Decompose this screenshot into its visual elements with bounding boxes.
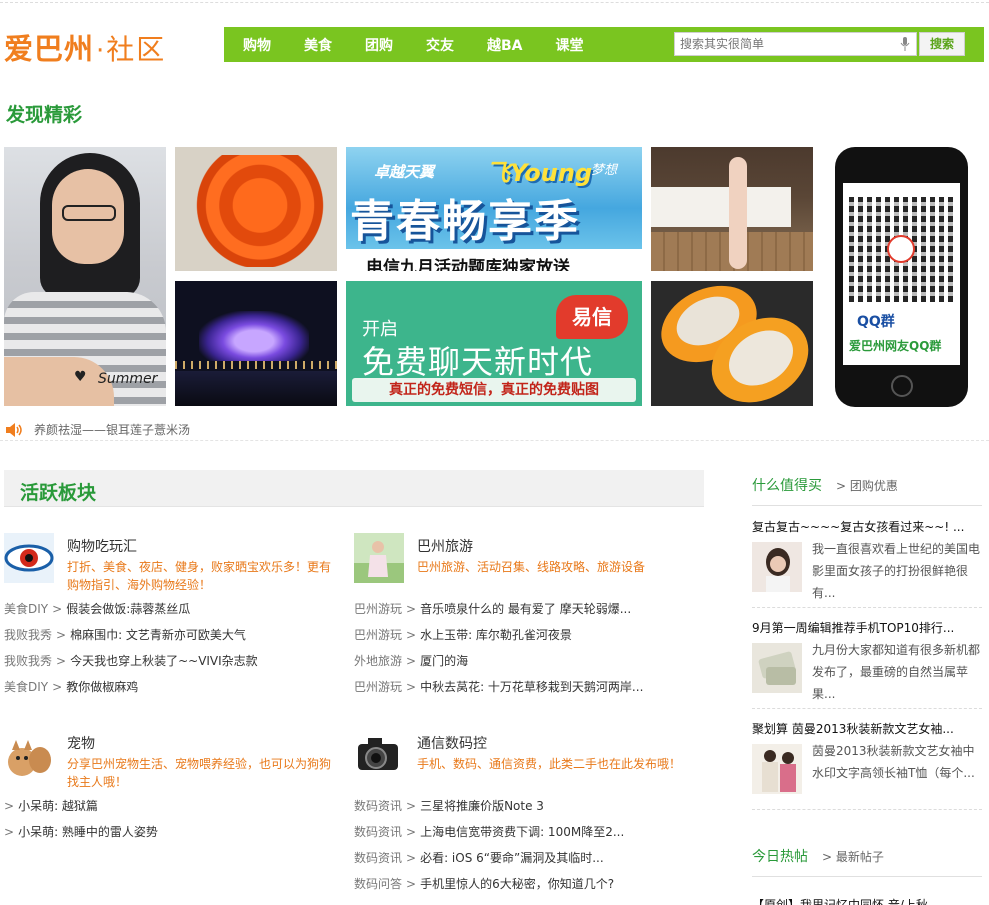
deal-thumbnail[interactable]: [752, 542, 802, 592]
deal-thumbnail[interactable]: [752, 744, 802, 794]
board-name[interactable]: 购物吃玩汇: [67, 536, 137, 556]
deal-desc: 我一直很喜欢看上世纪的美国电影里面女孩子的打扮很鲜艳很有...: [812, 542, 981, 600]
travel-photo-icon[interactable]: [354, 533, 404, 583]
board-desc: 手机、数码、通信资费，此类二手也在此发布哦！: [417, 757, 682, 771]
qq-group-name: 爱巴州网友QQ群: [849, 339, 942, 353]
photo-bedroom[interactable]: [651, 147, 813, 271]
photo-fountain[interactable]: [175, 281, 337, 406]
hot-post-title[interactable]: 【原创】我里记忆中同怀 音/上秋: [752, 896, 982, 905]
tab-hot-today[interactable]: 今日热帖: [752, 846, 808, 866]
glasses-icon: [62, 205, 116, 221]
nav-classroom[interactable]: 课堂: [556, 35, 584, 55]
logo-dot: ·: [96, 36, 105, 66]
qq-label: QQ群: [857, 314, 895, 330]
list-item[interactable]: 巴州游玩 > 中秋去莴花: 十万花草移栽到天鹅河两岸...: [354, 674, 643, 700]
list-item[interactable]: 美食DIY > 教你做椒麻鸡: [4, 674, 258, 700]
nav-dating[interactable]: 交友: [426, 35, 454, 55]
board-desc: 分享巴州宠物生活、宠物喂养经验，也可以为狗狗找主人哦！: [67, 757, 332, 789]
banner-slogan-1: 卓越天翼: [374, 163, 435, 181]
yixin-logo: 易信: [556, 295, 628, 339]
list-item[interactable]: 美食DIY > 假装会做饭:蒜蓉蒸丝瓜: [4, 596, 258, 622]
search-input[interactable]: [675, 34, 890, 54]
list-item[interactable]: 外地旅游 > 厦门的海: [354, 648, 643, 674]
active-boards-header: 活跃板块: [4, 470, 704, 507]
yixin-tagline: 真正的免费短信，真正的免费贴图: [352, 378, 636, 402]
deal-title[interactable]: 复古复古~~~~复古女孩看过来~~! ...: [752, 518, 982, 535]
yixin-headline: 免费聊天新时代: [362, 343, 594, 381]
main-nav: 购物 美食 团购 交友 越BA 课堂 搜索: [224, 27, 984, 62]
nav-groupbuy[interactable]: 团购: [365, 35, 393, 55]
right-divider: [752, 505, 982, 506]
banner-telecom[interactable]: 卓越天翼 飞Young 梦想 青春畅享季 电信九月活动题库独家放送: [346, 147, 642, 271]
news-ticker[interactable]: 养颜祛湿——银耳莲子薏米汤: [6, 421, 190, 438]
list-item[interactable]: 数码资讯 > 上海电信宽带资费下调: 100M降至2...: [354, 819, 624, 845]
logo-sub: 社区: [106, 33, 167, 66]
site-logo[interactable]: 爱巴州 · 社区: [4, 26, 166, 66]
banner-caption: 电信九月活动题库独家放送: [366, 258, 570, 271]
photo-papaya[interactable]: [651, 281, 813, 406]
banner-headline: 青春畅享季: [350, 196, 580, 247]
deal-divider: [752, 708, 982, 709]
deal-item[interactable]: 聚划算 茵曼2013秋装新款文艺女袖... 茵曼2013秋装新款文艺女袖中水印文…: [752, 720, 982, 794]
deal-desc: 茵曼2013秋装新款文艺女袖中水印文字高领长袖T恤（每个...: [812, 744, 975, 780]
deal-desc: 九月份大家都知道有很多新机都发布了，最重磅的自然当属苹果...: [812, 643, 981, 701]
search-box: [674, 32, 917, 56]
nav-yueba[interactable]: 越BA: [487, 35, 523, 55]
list-item[interactable]: > 小呆萌: 越狱篇: [4, 793, 158, 819]
ticker-divider: [0, 440, 989, 441]
deal-divider: [752, 809, 982, 810]
deal-title[interactable]: 9月第一周编辑推荐手机TOP10排行...: [752, 619, 982, 636]
list-item[interactable]: 巴州游玩 > 音乐喷泉什么的 最有爱了 摩天轮弱爆...: [354, 596, 643, 622]
list-item[interactable]: 数码资讯 > 三星将推廉价版Note 3: [354, 793, 624, 819]
list-item[interactable]: > 小呆萌: 熟睡中的雷人姿势: [4, 819, 158, 845]
board-name[interactable]: 宠物: [67, 733, 95, 753]
deal-item[interactable]: 9月第一周编辑推荐手机TOP10排行... 九月份大家都知道有很多新机都发布了，…: [752, 619, 982, 701]
photo-caption: Summer: [98, 371, 158, 387]
list-item[interactable]: 数码资讯 > 必看: iOS 6“要命”漏洞及其临时...: [354, 845, 624, 871]
board-name[interactable]: 巴州旅游: [417, 536, 473, 556]
deal-item[interactable]: 复古复古~~~~复古女孩看过来~~! ... 我一直很喜欢看上世纪的美国电影里面…: [752, 518, 982, 600]
banner-slogan-2: 飞Young: [486, 159, 593, 187]
right-divider: [752, 876, 982, 877]
search-button[interactable]: 搜索: [919, 32, 965, 56]
hot-post-item[interactable]: 【原创】我里记忆中同怀 音/上秋: [752, 896, 982, 905]
home-button-icon: [891, 375, 913, 397]
deal-divider: [752, 607, 982, 608]
heart-icon: ♥: [74, 369, 87, 385]
camera-icon[interactable]: [354, 730, 404, 780]
nav-food[interactable]: 美食: [304, 35, 332, 55]
nav-shopping[interactable]: 购物: [243, 35, 271, 55]
board-desc: 打折、美食、夜店、健身，败家晒宝欢乐多！更有购物指引、海外购物经验！: [67, 560, 332, 592]
eye-icon[interactable]: [4, 533, 54, 583]
tab-worth-buy[interactable]: 什么值得买: [752, 475, 822, 495]
board-desc: 巴州旅游、活动召集、线路攻略、旅游设备: [417, 560, 646, 574]
tab-group-deal[interactable]: > 团购优惠: [836, 477, 898, 494]
list-item[interactable]: 数码问答 > 手机里惊人的6大秘密，你知道几个?: [354, 871, 624, 897]
top-divider: [0, 2, 989, 3]
microphone-icon[interactable]: [900, 37, 910, 51]
active-boards-title: 活跃板块: [20, 482, 97, 504]
speaker-icon: [6, 422, 22, 437]
tab-latest[interactable]: > 最新帖子: [822, 848, 884, 865]
list-item[interactable]: 我败我秀 > 棉麻围巾: 文艺青新亦可欧美大气: [4, 622, 258, 648]
deal-thumbnail[interactable]: [752, 643, 802, 693]
qr-code-screen: QQ群 爱巴州网友QQ群: [843, 183, 960, 365]
worth-buy-header: 什么值得买 > 团购优惠: [752, 475, 898, 495]
pet-icon[interactable]: [4, 730, 54, 780]
list-item[interactable]: 我败我秀 > 今天我也穿上秋装了~~VIVI杂志款: [4, 648, 258, 674]
photo-scarf[interactable]: [175, 147, 337, 271]
qq-group-phone[interactable]: QQ群 爱巴州网友QQ群: [835, 147, 968, 407]
deal-title[interactable]: 聚划算 茵曼2013秋装新款文艺女袖...: [752, 720, 982, 737]
photo-girl[interactable]: ♥ Summer: [4, 147, 166, 406]
ticker-text: 养颜祛湿——银耳莲子薏米汤: [34, 423, 191, 437]
logo-main: 爱巴州: [4, 32, 95, 66]
board-name[interactable]: 通信数码控: [417, 733, 487, 753]
list-item[interactable]: 巴州游玩 > 水上玉带: 库尔勒孔雀河夜景: [354, 622, 643, 648]
banner-slogan-3: 梦想: [591, 163, 618, 178]
banner-yixin[interactable]: 开启 免费聊天新时代 易信 真正的免费短信，真正的免费贴图: [346, 281, 642, 406]
hot-today-header: 今日热帖 > 最新帖子: [752, 846, 884, 866]
discover-title: 发现精彩: [6, 104, 83, 126]
